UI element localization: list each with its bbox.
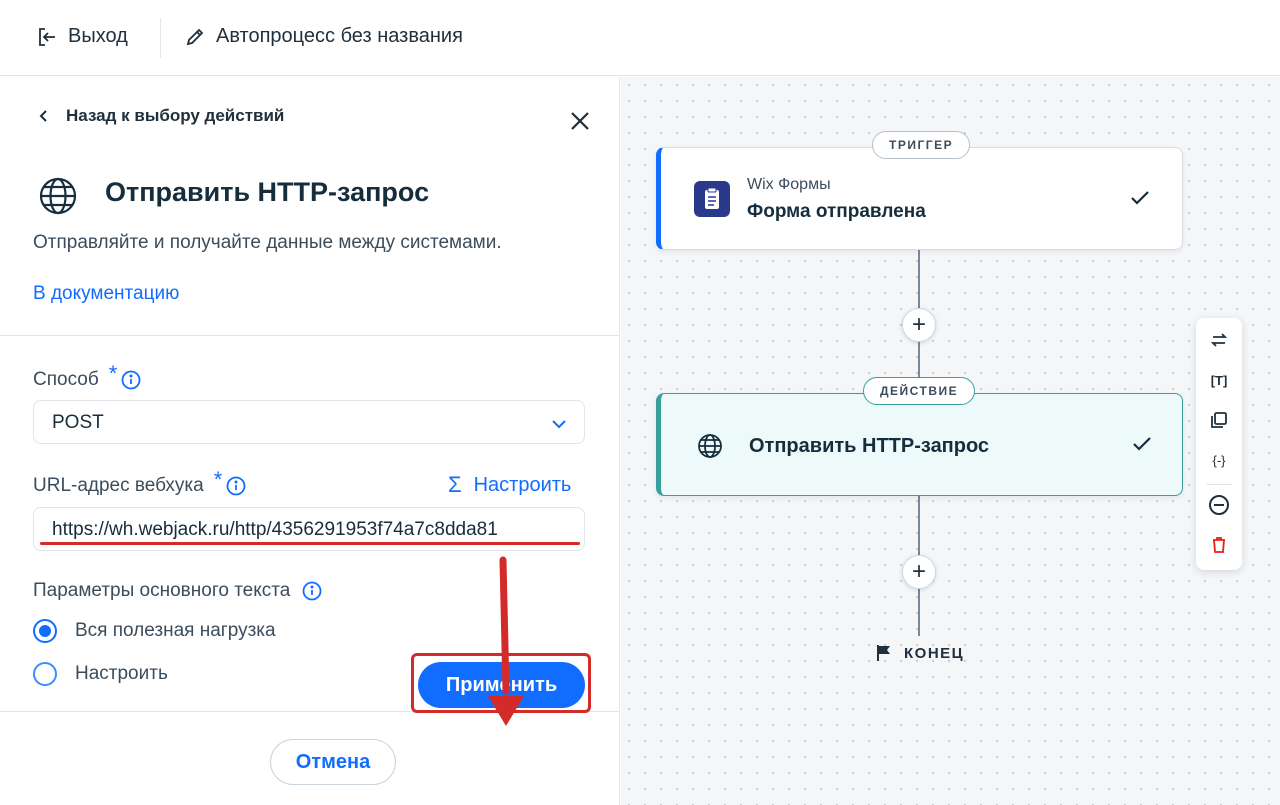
exit-label: Выход: [68, 25, 128, 47]
process-title: Автопроцесс без названия: [216, 25, 463, 47]
method-label: Способ *: [33, 361, 141, 393]
top-bar: Выход Автопроцесс без названия: [0, 0, 1280, 76]
trigger-title: Форма отправлена: [747, 201, 926, 222]
action-card[interactable]: Отправить HTTP-запрос: [656, 393, 1183, 496]
rename-process-button[interactable]: Автопроцесс без названия: [184, 25, 463, 48]
radio-full-payload[interactable]: Вся полезная нагрузка: [33, 619, 276, 643]
sigma-icon: Σ: [448, 472, 462, 497]
end-label: КОНЕЦ: [904, 644, 965, 662]
disable-button[interactable]: [1207, 493, 1231, 517]
add-step-button[interactable]: +: [902, 555, 936, 589]
end-marker: КОНЕЦ: [876, 644, 964, 662]
duplicate-icon: [1211, 412, 1227, 428]
exit-icon: [39, 27, 55, 46]
customize-label: Настроить: [473, 473, 572, 496]
radio-selected-indicator: [33, 619, 57, 643]
trigger-badge: ТРИГГЕР: [872, 131, 971, 159]
trigger-card[interactable]: Wix Формы Форма отправлена: [656, 147, 1183, 250]
add-step-button[interactable]: +: [902, 308, 936, 342]
radio-unselected-indicator: [33, 662, 57, 686]
radio-label: Вся полезная нагрузка: [75, 620, 276, 641]
pencil-icon: [186, 28, 204, 45]
back-to-actions-link[interactable]: Назад к выбору действий: [36, 106, 284, 126]
toolbar-divider: [1206, 484, 1232, 485]
check-icon: [1133, 437, 1151, 451]
exit-button[interactable]: Выход: [36, 25, 128, 48]
info-icon[interactable]: [226, 476, 246, 496]
trigger-app-name: Wix Формы: [747, 176, 831, 193]
required-mark: *: [213, 467, 223, 492]
minus-circle-icon: [1209, 495, 1229, 515]
cancel-button[interactable]: Отмена: [270, 739, 396, 785]
globe-icon: [698, 434, 722, 458]
chevron-down-icon: [552, 420, 566, 429]
check-icon: [1131, 191, 1149, 205]
chevron-left-icon: [39, 110, 47, 122]
back-label: Назад к выбору действий: [66, 106, 285, 125]
action-title: Отправить HTTP-запрос: [105, 177, 430, 207]
action-description: Отправляйте и получайте данные между сис…: [33, 232, 502, 253]
duplicate-button[interactable]: [1207, 408, 1231, 432]
documentation-link[interactable]: В документацию: [33, 283, 179, 305]
required-mark: *: [108, 361, 118, 386]
webhook-url-value: https://wh.webjack.ru/http/4356291953f74…: [52, 519, 498, 540]
close-icon[interactable]: [568, 109, 592, 133]
method-select[interactable]: POST: [33, 400, 585, 444]
swap-icon: [1210, 333, 1228, 347]
radio-label: Настроить: [75, 663, 168, 684]
webhook-url-label-text: URL-адрес вебхука: [33, 475, 204, 496]
action-badge: ДЕЙСТВИЕ: [863, 377, 976, 405]
card-toolbar: [T] {-}: [1196, 318, 1242, 570]
variables-button[interactable]: {-}: [1207, 448, 1231, 472]
text-button[interactable]: [T]: [1207, 368, 1231, 392]
swap-button[interactable]: [1207, 328, 1231, 352]
webhook-url-label: URL-адрес вебхука *: [33, 467, 246, 499]
annotation-underline: [40, 542, 580, 545]
method-value: POST: [52, 412, 104, 433]
body-params-label: Параметры основного текста: [33, 580, 322, 602]
annotation-arrow-icon: [488, 556, 524, 726]
flag-icon: [877, 645, 890, 661]
info-icon[interactable]: [302, 581, 322, 601]
method-label-text: Способ: [33, 369, 99, 390]
wix-forms-icon: [694, 181, 730, 217]
globe-icon: [39, 177, 77, 215]
body-params-label-text: Параметры основного текста: [33, 580, 291, 601]
trash-icon: [1213, 537, 1225, 553]
info-icon[interactable]: [121, 370, 141, 390]
radio-customize[interactable]: Настроить: [33, 662, 168, 686]
section-divider: [0, 335, 620, 336]
delete-button[interactable]: [1207, 533, 1231, 557]
customize-url-button[interactable]: Σ Настроить: [448, 472, 571, 498]
topbar-divider: [160, 18, 161, 58]
action-card-title: Отправить HTTP-запрос: [749, 435, 990, 457]
